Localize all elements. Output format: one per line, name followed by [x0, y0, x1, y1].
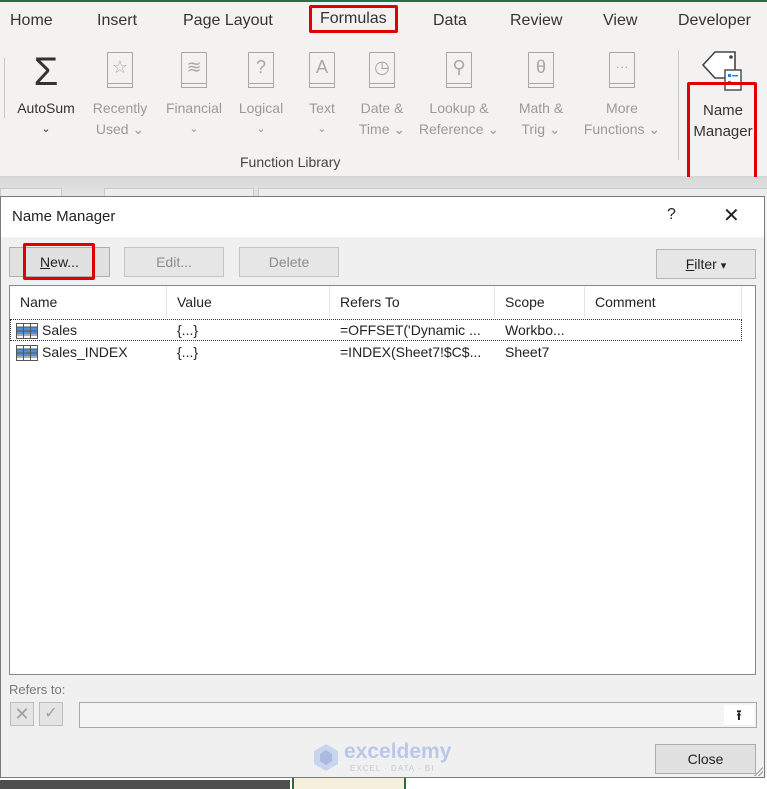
clock-book-icon: ◷: [369, 52, 395, 88]
watermark-brand: exceldemy: [344, 740, 452, 763]
autosum-button[interactable]: Σ AutoSum ⌄: [10, 42, 82, 140]
button-label: ⌄: [317, 123, 327, 135]
table-range-icon: [16, 323, 38, 339]
button-label: Date &: [360, 100, 404, 116]
button-label: Functions ⌄: [583, 121, 661, 137]
cancel-edit-button[interactable]: ✕: [10, 702, 34, 726]
close-icon[interactable]: ✕: [723, 203, 740, 228]
ribbon-separator: [4, 58, 5, 118]
button-label: Time ⌄: [358, 121, 406, 137]
ellipsis-book-icon: ···: [609, 52, 635, 88]
cell-scope: Sheet7: [505, 344, 550, 360]
button-label: Logical: [238, 100, 284, 116]
close-button[interactable]: Close: [655, 744, 756, 774]
button-label: ⌄: [256, 123, 266, 135]
function-library-label: Function Library: [240, 154, 341, 170]
tab-insert[interactable]: Insert: [97, 12, 137, 30]
theta-book-icon: θ: [528, 52, 554, 88]
button-label: Financial: [165, 100, 223, 116]
ribbon-separator: [678, 50, 679, 160]
button-label: Reference ⌄: [418, 121, 500, 137]
cell-refers-to: =INDEX(Sheet7!$C$...: [340, 344, 482, 360]
lookup-reference-button[interactable]: ⚲ Lookup & Reference ⌄: [416, 42, 502, 140]
button-label: Trig ⌄: [521, 121, 561, 137]
logical-button[interactable]: ? Logical ⌄: [233, 42, 289, 140]
button-label: Lookup &: [429, 100, 489, 116]
cell-name: Sales: [42, 322, 78, 338]
more-functions-button[interactable]: ··· More Functions ⌄: [576, 42, 668, 140]
cell-value: {...}: [177, 322, 199, 338]
table-row[interactable]: Sales {...} =OFFSET('Dynamic ... Workbo.…: [10, 319, 742, 341]
column-header-name[interactable]: Name: [10, 286, 167, 318]
dropdown-arrow-icon: ▾: [720, 260, 727, 272]
dialog-title: Name Manager: [12, 208, 116, 225]
ribbon-tabs: Home Insert Page Layout Formulas Data Re…: [0, 2, 767, 42]
tab-data[interactable]: Data: [433, 12, 467, 30]
table-range-icon: [16, 345, 38, 361]
text-button[interactable]: A Text ⌄: [300, 42, 344, 140]
names-list[interactable]: Name Value Refers To Scope Comment Sales…: [9, 285, 756, 675]
button-label: ilter: [694, 256, 717, 272]
worksheet-peek: [0, 778, 767, 789]
ribbon-formulas: Σ AutoSum ⌄ ☆ Recently Used ⌄ ≋ Financia…: [0, 42, 767, 190]
cell-name: Sales_INDEX: [42, 344, 128, 360]
button-label: Recently: [92, 100, 148, 116]
cancel-icon: ✕: [14, 704, 30, 724]
watermark-tagline: EXCEL · DATA · BI: [350, 764, 435, 773]
button-label: Text: [309, 100, 335, 116]
tab-home[interactable]: Home: [10, 12, 53, 30]
cell-refers-to: =OFFSET('Dynamic ...: [340, 322, 481, 338]
filter-button[interactable]: Filter ▾: [656, 249, 756, 279]
button-label: AutoSum: [17, 100, 75, 116]
name-manager-highlight: [687, 82, 757, 190]
database-book-icon: ≋: [181, 52, 207, 88]
tab-developer[interactable]: Developer: [678, 12, 751, 30]
tab-review[interactable]: Review: [510, 12, 562, 30]
tab-view[interactable]: View: [603, 12, 637, 30]
button-label: Math &: [518, 100, 564, 116]
column-header-value[interactable]: Value: [167, 286, 330, 318]
table-row[interactable]: Sales_INDEX {...} =INDEX(Sheet7!$C$... S…: [10, 341, 742, 363]
collapse-arrow-icon: ⭱: [736, 707, 742, 723]
new-button-highlight: [23, 243, 95, 280]
star-book-icon: ☆: [107, 52, 133, 88]
column-header-comment[interactable]: Comment: [585, 286, 742, 318]
financial-button[interactable]: ≋ Financial ⌄: [160, 42, 228, 140]
delete-button[interactable]: Delete: [239, 247, 339, 277]
sigma-icon: Σ: [33, 50, 59, 94]
name-manager-dialog: Name Manager ? ✕ New... Edit... Delete F…: [0, 196, 765, 778]
cell-value: {...}: [177, 344, 199, 360]
help-button[interactable]: ?: [667, 206, 676, 224]
formula-bar-strip: [0, 177, 767, 198]
tab-formulas[interactable]: Formulas: [309, 5, 398, 33]
refers-to-input[interactable]: ⭱: [79, 702, 757, 728]
dialog-titlebar: Name Manager ? ✕: [1, 197, 764, 237]
exceldemy-watermark: exceldemy EXCEL · DATA · BI: [312, 740, 455, 774]
resize-grip[interactable]: [753, 766, 763, 776]
dropdown-chevron: ⌄: [41, 123, 51, 135]
column-header-scope[interactable]: Scope: [495, 286, 585, 318]
button-label: More: [606, 100, 638, 116]
confirm-edit-button[interactable]: ✓: [39, 702, 63, 726]
refers-to-label: Refers to:: [9, 682, 66, 697]
recently-used-button[interactable]: ☆ Recently Used ⌄: [88, 42, 152, 140]
cell-scope: Workbo...: [505, 322, 565, 338]
question-book-icon: ?: [248, 52, 274, 88]
checkmark-icon: ✓: [44, 705, 58, 722]
magnifier-book-icon: ⚲: [446, 52, 472, 88]
date-time-button[interactable]: ◷ Date & Time ⌄: [354, 42, 410, 140]
exceldemy-logo-icon: [314, 744, 338, 771]
text-book-icon: A: [309, 52, 335, 88]
collapse-dialog-button[interactable]: ⭱: [724, 705, 754, 725]
button-label: ⌄: [189, 123, 199, 135]
edit-button[interactable]: Edit...: [124, 247, 224, 277]
accelerator-key: F: [685, 256, 695, 272]
column-header-refers-to[interactable]: Refers To: [330, 286, 495, 318]
tab-page-layout[interactable]: Page Layout: [183, 12, 273, 30]
button-label: Used ⌄: [95, 121, 145, 137]
math-trig-button[interactable]: θ Math & Trig ⌄: [510, 42, 572, 140]
